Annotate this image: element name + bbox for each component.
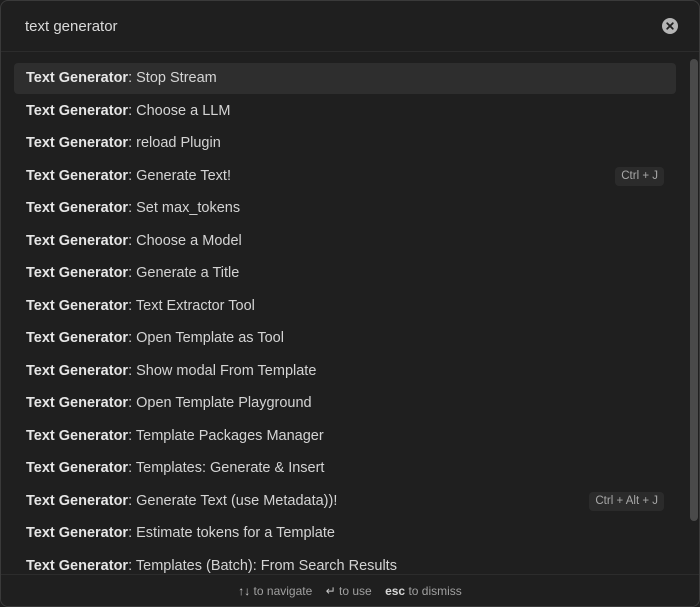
result-label: : Show modal From Template: [128, 362, 317, 379]
result-prefix: Text Generator: [26, 102, 129, 119]
result-title: Text Generator: Generate a Title: [26, 258, 239, 289]
hint-dismiss-label: to dismiss: [408, 584, 462, 598]
result-prefix: Text Generator: [26, 492, 129, 509]
result-prefix: Text Generator: [26, 395, 129, 411]
result-item[interactable]: Text Generator: Choose a LLM: [14, 96, 676, 127]
result-item[interactable]: Text Generator: Stop Stream: [14, 63, 676, 94]
enter-key-icon: ↵: [325, 584, 336, 598]
result-label: : Generate Text (use Metadata))!: [128, 492, 338, 509]
result-item[interactable]: Text Generator: Templates: Generate & In…: [14, 453, 676, 484]
scrollbar[interactable]: [690, 59, 698, 521]
result-item[interactable]: Text Generator: Templates (Batch): From …: [14, 551, 676, 574]
result-title: Text Generator: Template Packages Manage…: [26, 421, 324, 452]
hint-use: ↵ to use: [325, 575, 372, 606]
result-title: Text Generator: Open Template Playground: [26, 388, 312, 419]
search-bar: [1, 1, 699, 52]
close-circle-icon: [666, 22, 674, 30]
result-item[interactable]: Text Generator: reload Plugin: [14, 128, 676, 159]
esc-key-label: esc: [385, 584, 406, 598]
result-item[interactable]: Text Generator: Generate a Title: [14, 258, 676, 289]
search-input[interactable]: [13, 9, 655, 43]
result-label: : Generate Text!: [128, 167, 231, 184]
result-item[interactable]: Text Generator: Set max_tokens: [14, 193, 676, 224]
result-prefix: Text Generator: [26, 362, 129, 379]
result-title: Text Generator: Set max_tokens: [26, 193, 240, 224]
result-item[interactable]: Text Generator: Open Template Playground: [14, 388, 676, 419]
clear-search-button[interactable]: [662, 18, 678, 34]
result-label: : Template Packages Manager: [128, 427, 324, 444]
result-item[interactable]: Text Generator: Text Extractor Tool: [14, 291, 676, 322]
result-title: Text Generator: Text Extractor Tool: [26, 291, 255, 322]
result-label: : Templates (Batch): From Search Results: [128, 557, 397, 574]
result-label: : Estimate tokens for a Template: [128, 525, 335, 541]
result-item[interactable]: Text Generator: Show modal From Template: [14, 356, 676, 387]
result-label: : Generate a Title: [128, 265, 240, 281]
result-title: Text Generator: Choose a LLM: [26, 96, 230, 127]
result-title: Text Generator: reload Plugin: [26, 128, 221, 159]
result-label: : Open Template as Tool: [128, 330, 284, 346]
result-label: : Open Template Playground: [128, 395, 312, 411]
result-label: : Choose a LLM: [128, 102, 231, 119]
result-prefix: Text Generator: [26, 167, 129, 184]
result-label: : Templates: Generate & Insert: [128, 460, 325, 476]
result-title: Text Generator: Templates (Batch): From …: [26, 551, 397, 574]
result-label: : Set max_tokens: [128, 200, 241, 216]
result-item[interactable]: Text Generator: Estimate tokens for a Te…: [14, 518, 676, 549]
hint-navigate: ↑↓ to navigate: [238, 575, 313, 606]
navigate-arrows-icon: ↑↓: [238, 584, 251, 598]
result-title: Text Generator: Show modal From Template: [26, 356, 316, 387]
result-label: : Text Extractor Tool: [128, 297, 255, 314]
result-label: : Choose a Model: [128, 232, 242, 249]
result-item[interactable]: Text Generator: Open Template as Tool: [14, 323, 676, 354]
hint-use-label: to use: [339, 584, 372, 598]
result-prefix: Text Generator: [26, 232, 129, 249]
result-title: Text Generator: Generate Text!: [26, 161, 231, 192]
hotkey-badge: Ctrl + J: [615, 166, 664, 186]
hotkey-badge: Ctrl + Alt + J: [589, 491, 664, 511]
result-title: Text Generator: Open Template as Tool: [26, 323, 284, 354]
result-title: Text Generator: Generate Text (use Metad…: [26, 486, 337, 517]
result-title: Text Generator: Stop Stream: [26, 63, 217, 94]
command-palette: Text Generator: Stop StreamText Generato…: [0, 0, 700, 607]
result-prefix: Text Generator: [26, 200, 129, 216]
result-prefix: Text Generator: [26, 525, 129, 541]
result-prefix: Text Generator: [26, 427, 129, 444]
result-prefix: Text Generator: [26, 557, 129, 574]
result-prefix: Text Generator: [26, 330, 129, 346]
result-item[interactable]: Text Generator: Generate Text (use Metad…: [14, 486, 676, 517]
hint-dismiss: esc to dismiss: [385, 575, 462, 606]
result-item[interactable]: Text Generator: Choose a Model: [14, 226, 676, 257]
results-list: Text Generator: Stop Stream Text Generato…: [1, 59, 699, 573]
result-title: Text Generator: Estimate tokens for a Te…: [26, 518, 335, 549]
result-item[interactable]: Text Generator: Template Packages Manage…: [14, 421, 676, 452]
result-prefix: Text Generator: [26, 265, 129, 281]
footer-hints: ↑↓ to navigate ↵ to use esc to dismiss: [1, 574, 699, 606]
result-prefix: Text Generator: [26, 70, 129, 86]
result-prefix: Text Generator: [26, 135, 129, 151]
result-label: : Stop Stream: [128, 70, 217, 86]
hint-navigate-label: to navigate: [253, 584, 313, 598]
result-prefix: Text Generator: [26, 460, 129, 476]
result-item[interactable]: Text Generator: Generate Text! Ctrl + J: [14, 161, 676, 192]
result-label: : reload Plugin: [128, 135, 221, 151]
result-title: Text Generator: Templates: Generate & In…: [26, 453, 324, 484]
result-title: Text Generator: Choose a Model: [26, 226, 242, 257]
result-prefix: Text Generator: [26, 297, 129, 314]
